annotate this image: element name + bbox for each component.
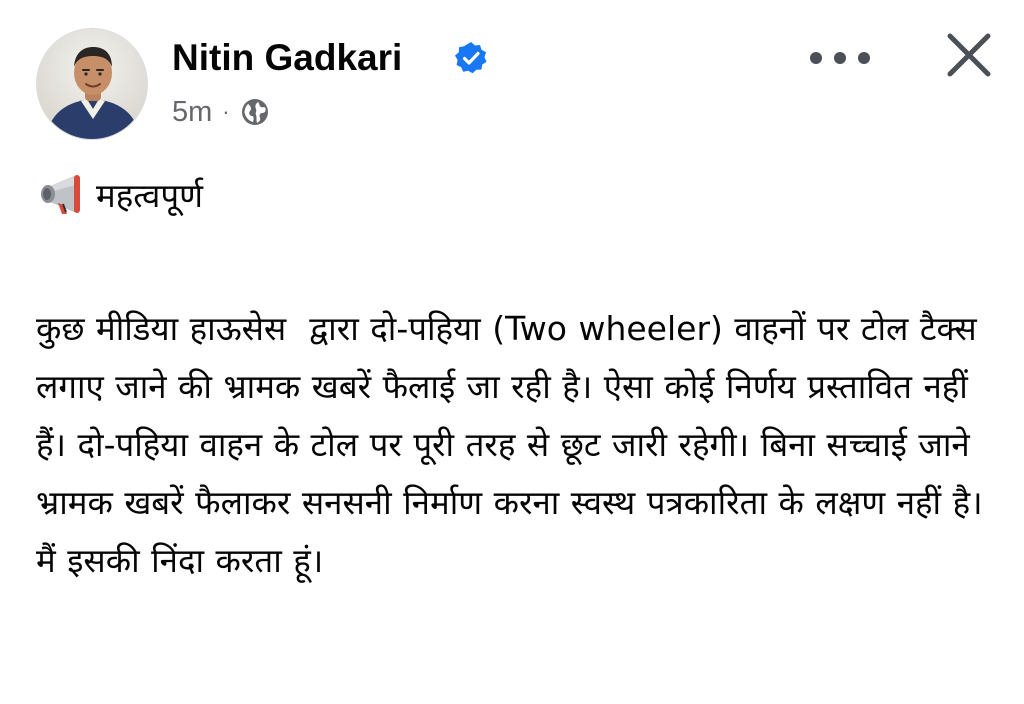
avatar-photo-icon [37, 29, 147, 139]
post-tag: महत्वपूर्ण [36, 168, 996, 224]
post-tag-text: महत्वपूर्ण [96, 176, 203, 215]
meta-separator: · [222, 99, 230, 124]
more-options-icon-dot [834, 52, 846, 64]
post-text: कुछ मीडिया हाऊसेस द्वारा दो-पहिया (Two w… [36, 309, 995, 580]
more-options-icon [810, 52, 822, 64]
post-meta: 5m · [172, 94, 270, 130]
author-name[interactable]: Nitin Gadkari [172, 36, 402, 80]
more-options-button[interactable] [810, 38, 870, 78]
megaphone-icon [41, 175, 80, 214]
globe-icon[interactable] [240, 97, 270, 127]
close-button[interactable] [942, 28, 996, 82]
post-header: Nitin Gadkari 5m · [36, 28, 996, 144]
more-options-icon-dot [858, 52, 870, 64]
author-avatar[interactable] [36, 28, 148, 140]
post-timestamp[interactable]: 5m [172, 96, 212, 129]
verified-badge-icon [455, 42, 487, 74]
close-icon [947, 33, 991, 77]
post-body: महत्वपूर्ण कुछ मीडिया हाऊसेस द्वारा दो-प… [36, 168, 996, 590]
